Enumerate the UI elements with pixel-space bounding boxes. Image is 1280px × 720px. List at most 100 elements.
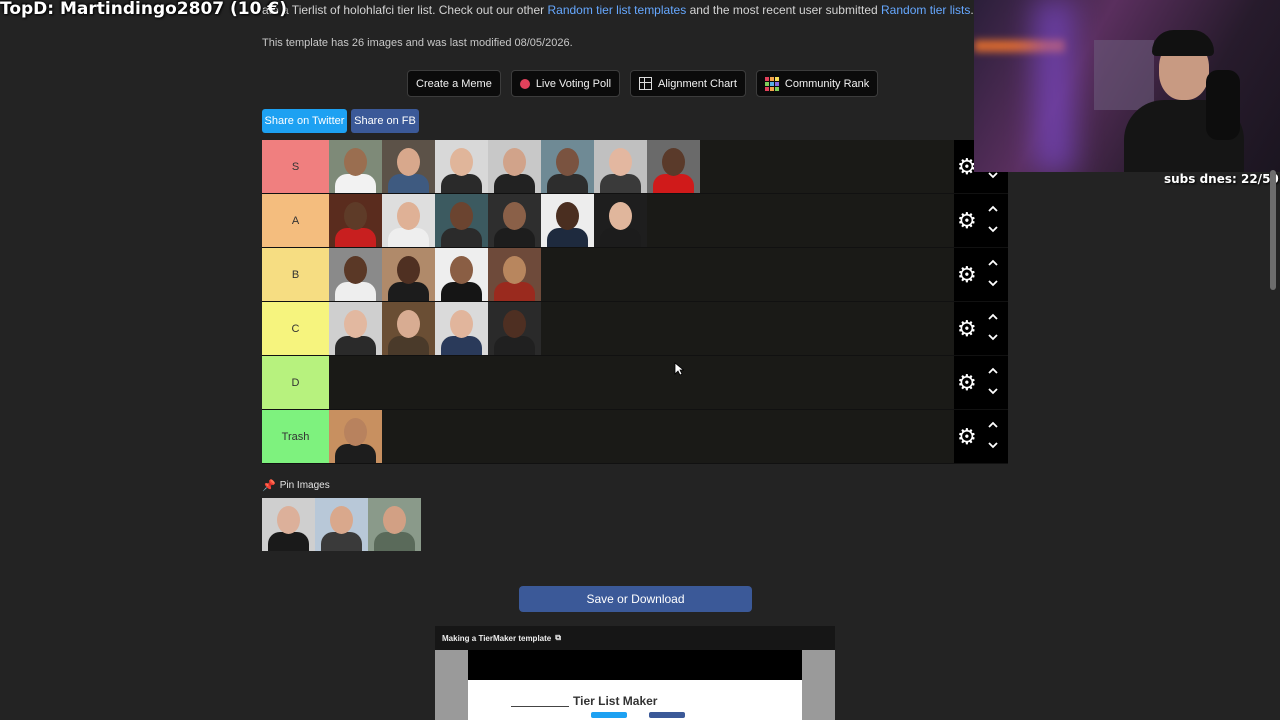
thumb-face — [556, 148, 579, 176]
tier-item-image[interactable] — [435, 194, 488, 247]
tier-item-image[interactable] — [329, 140, 382, 193]
tier-item-image[interactable] — [329, 194, 382, 247]
thumb-body — [335, 174, 376, 193]
chevron-up-icon[interactable] — [987, 257, 999, 269]
tier-item-image[interactable] — [382, 248, 435, 301]
thumb-face — [330, 506, 353, 534]
tier-item-image[interactable] — [435, 302, 488, 355]
thumb-face — [344, 256, 367, 284]
pin-images-toggle[interactable]: 📌 Pin Images — [262, 479, 330, 492]
thumb-face — [344, 310, 367, 338]
create-meme-button[interactable]: Create a Meme — [407, 70, 501, 97]
tier-item-image[interactable] — [488, 248, 541, 301]
thumb-body — [388, 228, 429, 247]
gear-icon[interactable]: ⚙ — [957, 318, 977, 340]
tier-item-image[interactable] — [541, 140, 594, 193]
tier-list: S ⚙ A ⚙ B ⚙ C ⚙ D ⚙ Trash ⚙ — [262, 140, 1008, 464]
gear-icon[interactable]: ⚙ — [957, 210, 977, 232]
chevron-up-icon[interactable] — [987, 419, 999, 431]
tier-label[interactable]: S — [262, 140, 329, 193]
chevron-down-icon[interactable] — [987, 277, 999, 289]
copy-link-icon[interactable]: ⧉ — [555, 633, 561, 643]
tier-item-image[interactable] — [488, 302, 541, 355]
pinned-image[interactable] — [262, 498, 315, 551]
pinned-images — [262, 498, 421, 551]
tier-row: C ⚙ — [262, 302, 1008, 356]
gear-icon[interactable]: ⚙ — [957, 372, 977, 394]
thumb-face — [662, 148, 685, 176]
tier-label[interactable]: A — [262, 194, 329, 247]
gear-icon[interactable]: ⚙ — [957, 264, 977, 286]
thumb-body — [494, 228, 535, 247]
tier-label[interactable]: B — [262, 248, 329, 301]
tier-label[interactable]: C — [262, 302, 329, 355]
wall-poster — [1094, 40, 1154, 110]
tier-item-image[interactable] — [435, 140, 488, 193]
tier-label[interactable]: D — [262, 356, 329, 409]
tier-label[interactable]: Trash — [262, 410, 329, 463]
chevron-down-icon[interactable] — [987, 331, 999, 343]
thumb-body — [374, 532, 415, 551]
purple-glow — [1034, 0, 1074, 172]
tier-item-image[interactable] — [594, 194, 647, 247]
create-meme-label: Create a Meme — [416, 77, 492, 90]
tier-item-image[interactable] — [329, 410, 382, 463]
microphone — [1206, 70, 1240, 140]
chevron-down-icon[interactable] — [987, 223, 999, 235]
live-voting-poll-button[interactable]: Live Voting Poll — [510, 70, 621, 97]
community-label: Community Rank — [784, 77, 870, 90]
gear-icon[interactable]: ⚙ — [957, 426, 977, 448]
alignment-chart-button[interactable]: Alignment Chart — [630, 70, 746, 97]
chevron-down-icon[interactable] — [987, 439, 999, 451]
page-scrollbar[interactable] — [1270, 170, 1276, 290]
pinned-image[interactable] — [368, 498, 421, 551]
share-twitter-button[interactable]: Share on Twitter — [262, 109, 347, 133]
grid-icon — [639, 77, 653, 90]
tier-item-image[interactable] — [647, 140, 700, 193]
thumb-face — [609, 148, 632, 176]
thumb-body — [600, 228, 641, 247]
subs-counter-overlay: subs dnes: 22/50 — [1164, 172, 1279, 186]
tier-row: S ⚙ — [262, 140, 1008, 194]
thumb-body — [494, 174, 535, 193]
tier-drop-zone[interactable] — [329, 302, 954, 355]
thumb-face — [344, 202, 367, 230]
thumb-body — [388, 282, 429, 301]
tier-item-image[interactable] — [541, 194, 594, 247]
chevron-down-icon[interactable] — [987, 385, 999, 397]
tier-controls: ⚙ — [954, 248, 1008, 301]
share-fb-button[interactable]: Share on FB — [351, 109, 419, 133]
tier-drop-zone[interactable] — [329, 140, 954, 193]
save-download-button[interactable]: Save or Download — [519, 586, 752, 612]
top-donation-overlay: TopD: Martindingo2807 (10 €) — [0, 0, 287, 19]
random-tier-lists-link[interactable]: Random tier lists — [881, 3, 970, 17]
tier-item-image[interactable] — [382, 194, 435, 247]
chevron-up-icon[interactable] — [987, 365, 999, 377]
random-templates-link[interactable]: Random tier list templates — [547, 3, 686, 17]
tier-row: Trash ⚙ — [262, 410, 1008, 464]
tier-item-image[interactable] — [329, 302, 382, 355]
thumb-face — [450, 202, 473, 230]
intro-pre: ate a Tierlist of holohlafci tier list. … — [262, 3, 545, 17]
video-embed[interactable]: Making a TierMaker template ⧉ Tier List … — [435, 626, 835, 720]
tier-item-image[interactable] — [435, 248, 488, 301]
tier-item-image[interactable] — [382, 302, 435, 355]
tier-item-image[interactable] — [382, 140, 435, 193]
video-brand-text: Tier List Maker — [573, 694, 658, 708]
thumb-face — [397, 202, 420, 230]
tier-item-image[interactable] — [594, 140, 647, 193]
chevron-up-icon[interactable] — [987, 311, 999, 323]
thumb-face — [503, 148, 526, 176]
tier-item-image[interactable] — [329, 248, 382, 301]
tier-drop-zone[interactable] — [329, 248, 954, 301]
tier-item-image[interactable] — [488, 140, 541, 193]
tier-drop-zone[interactable] — [329, 356, 954, 409]
thumb-face — [450, 256, 473, 284]
tier-item-image[interactable] — [488, 194, 541, 247]
chevron-up-icon[interactable] — [987, 203, 999, 215]
tier-drop-zone[interactable] — [329, 410, 954, 463]
tier-drop-zone[interactable] — [329, 194, 954, 247]
pinned-image[interactable] — [315, 498, 368, 551]
community-rank-button[interactable]: Community Rank — [755, 70, 879, 97]
thumb-face — [503, 310, 526, 338]
